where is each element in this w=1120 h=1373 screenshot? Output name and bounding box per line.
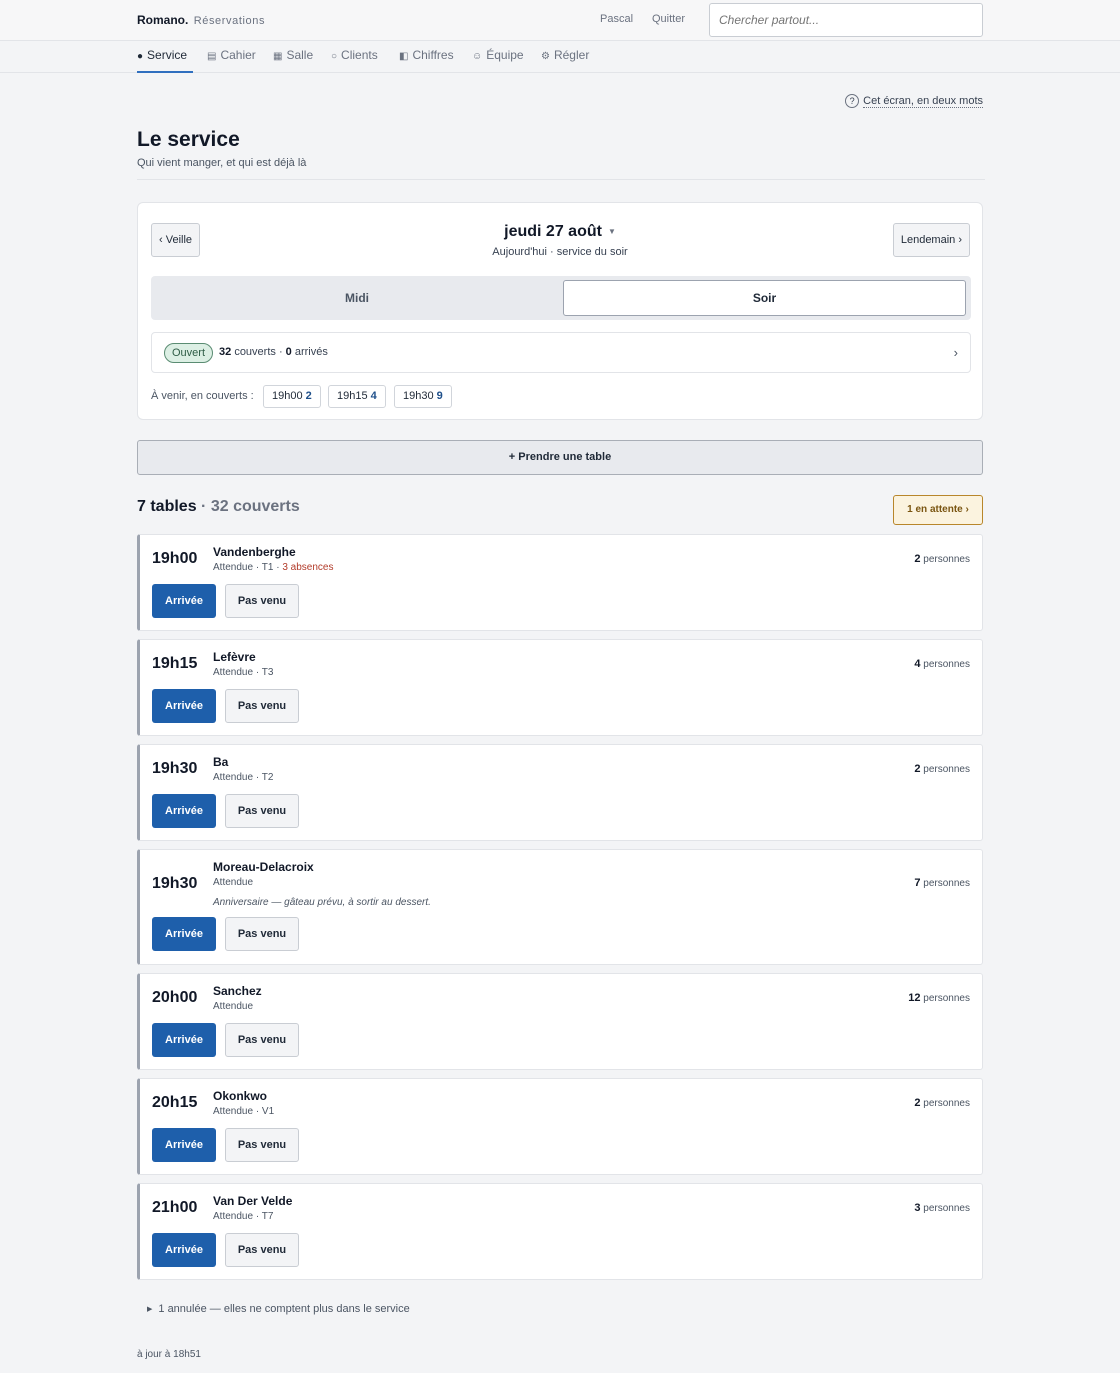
reservation-name: Sanchez: [213, 984, 262, 998]
party-size: 2 personnes: [914, 763, 970, 775]
reservation-card[interactable]: 19h00 Vandenberghe Attendue · T1 · 3 abs…: [137, 534, 983, 631]
day-card: ‹ Veille jeudi 27 août ▼ Aujourd'hui · se…: [137, 202, 983, 420]
chevron-right-icon: ›: [953, 345, 958, 360]
arrived-button[interactable]: Arrivée: [152, 584, 216, 618]
service-midi[interactable]: Midi: [155, 280, 559, 316]
gear-icon: ⚙: [541, 51, 550, 62]
noshow-button[interactable]: Pas venu: [225, 794, 299, 828]
date-selector[interactable]: jeudi 27 août ▼: [138, 223, 982, 241]
divider: [137, 179, 985, 180]
reservation-meta: Attendue: [213, 877, 254, 888]
party-size: 2 personnes: [914, 553, 970, 565]
reservation-time: 19h15: [152, 655, 198, 672]
brand[interactable]: Romano. Réservations: [137, 13, 265, 27]
half-square-icon: ◧: [399, 51, 409, 62]
reservation-name: Moreau-Delacroix: [213, 860, 314, 874]
reservation-time: 19h30: [152, 875, 198, 892]
triangle-right-icon: ▶: [147, 1306, 153, 1314]
reservation-meta: Attendue · V1: [213, 1106, 275, 1117]
reservation-time: 19h30: [152, 760, 198, 777]
service-toggle: Midi Soir: [151, 276, 971, 320]
reservation-name: Lefèvre: [213, 650, 256, 664]
reservation-time: 20h15: [152, 1094, 198, 1111]
logout-link[interactable]: Quitter: [652, 13, 685, 25]
party-size: 12 personnes: [908, 992, 970, 1004]
reservation-time: 20h00: [152, 989, 198, 1006]
circle-icon: ○: [331, 51, 338, 62]
main-nav: ● Service ▤ Cahier ▦ Salle ○ Clients ◧ Chiffr…: [0, 41, 1120, 73]
reservation-meta: Attendue: [213, 1001, 254, 1012]
arrived-button[interactable]: Arrivée: [152, 794, 216, 828]
reservation-card[interactable]: 21h00 Van Der Velde Attendue · T7 3 pers…: [137, 1183, 983, 1280]
reservation-time: 19h00: [152, 550, 198, 567]
tab-equipe[interactable]: ☺ Équipe: [472, 41, 524, 73]
reservation-card[interactable]: 19h30 Ba Attendue · T2 2 personnes Arriv…: [137, 744, 983, 841]
arrived-button[interactable]: Arrivée: [152, 1233, 216, 1267]
reservation-name: Okonkwo: [213, 1089, 268, 1103]
next-day-button[interactable]: Lendemain ›: [892, 223, 970, 257]
help-link[interactable]: ? Cet écran, en deux mots: [845, 94, 983, 108]
reservation-time: 21h00: [152, 1199, 198, 1216]
noshow-button[interactable]: Pas venu: [225, 917, 299, 951]
absence-warning: 3 absences: [282, 562, 334, 573]
waiting-button[interactable]: 1 en attente ›: [893, 495, 983, 525]
noshow-button[interactable]: Pas venu: [225, 689, 299, 723]
question-icon: ?: [845, 94, 860, 108]
status-badge: Ouvert: [164, 343, 214, 363]
noshow-button[interactable]: Pas venu: [225, 1128, 299, 1162]
caret-down-icon: ▼: [607, 227, 616, 237]
grid-icon: ▦: [273, 51, 283, 62]
party-size: 3 personnes: [914, 1202, 970, 1214]
list-heading: 7 tables · 32 couverts: [137, 498, 300, 515]
arrived-button[interactable]: Arrivée: [152, 1128, 216, 1162]
tab-chiffres[interactable]: ◧ Chiffres: [399, 41, 454, 73]
reservation-meta: Attendue · T3: [213, 667, 274, 678]
reservation-name: Van Der Velde: [213, 1194, 293, 1208]
take-table-button[interactable]: + Prendre une table: [137, 440, 983, 475]
reservation-note: Anniversaire — gâteau prévu, à sortir au…: [213, 897, 431, 908]
noshow-button[interactable]: Pas venu: [225, 1023, 299, 1057]
party-size: 2 personnes: [914, 1097, 970, 1109]
cancelled-toggle[interactable]: ▶ 1 annulée — elles ne comptent plus dans…: [147, 1303, 410, 1315]
reservation-name: Vandenberghe: [213, 545, 296, 559]
noshow-button[interactable]: Pas venu: [225, 584, 299, 618]
reservation-name: Ba: [213, 755, 229, 769]
upcoming-chip[interactable]: 19h15 4: [328, 385, 386, 408]
last-updated: à jour à 18h51: [137, 1349, 201, 1360]
reservation-card[interactable]: 19h30 Moreau-Delacroix Attendue Annivers…: [137, 849, 983, 965]
arrived-button[interactable]: Arrivée: [152, 917, 216, 951]
reservation-meta: Attendue · T1 · 3 absences: [213, 562, 334, 573]
tab-cahier[interactable]: ▤ Cahier: [207, 41, 256, 73]
service-status[interactable]: Ouvert 32 couverts · 0 arrivés ›: [151, 332, 971, 373]
status-summary: 32 couverts · 0 arrivés: [219, 346, 328, 358]
page-subtitle: Qui vient manger, et qui est déjà là: [137, 157, 307, 169]
tab-service[interactable]: ● Service: [137, 41, 193, 73]
top-bar: Romano. Réservations Pascal Quitter: [0, 0, 1120, 41]
smile-icon: ☺: [472, 51, 483, 62]
reservation-card[interactable]: 20h15 Okonkwo Attendue · V1 2 personnes …: [137, 1078, 983, 1175]
page-title: Le service: [137, 128, 240, 151]
bullet-icon: ●: [137, 51, 144, 62]
upcoming-label: À venir, en couverts :: [151, 390, 254, 402]
upcoming-chip[interactable]: 19h30 9: [394, 385, 452, 408]
service-soir[interactable]: Soir: [563, 280, 966, 316]
tab-salle[interactable]: ▦ Salle: [273, 41, 313, 73]
reservation-card[interactable]: 19h15 Lefèvre Attendue · T3 4 personnes …: [137, 639, 983, 736]
noshow-button[interactable]: Pas venu: [225, 1233, 299, 1267]
arrived-button[interactable]: Arrivée: [152, 1023, 216, 1057]
reservation-meta: Attendue · T2: [213, 772, 274, 783]
tab-regler[interactable]: ⚙ Régler: [541, 41, 589, 73]
date-subtitle: Aujourd'hui · service du soir: [492, 246, 628, 258]
upcoming-chip[interactable]: 19h00 2: [263, 385, 321, 408]
reservation-meta: Attendue · T7: [213, 1211, 274, 1222]
user-link[interactable]: Pascal: [600, 13, 633, 25]
search-input[interactable]: [709, 3, 983, 37]
party-size: 4 personnes: [914, 658, 970, 670]
arrived-button[interactable]: Arrivée: [152, 689, 216, 723]
party-size: 7 personnes: [914, 877, 970, 889]
list-icon: ▤: [207, 51, 217, 62]
reservation-card[interactable]: 20h00 Sanchez Attendue 12 personnes Arri…: [137, 973, 983, 1070]
tab-clients[interactable]: ○ Clients: [331, 41, 378, 73]
